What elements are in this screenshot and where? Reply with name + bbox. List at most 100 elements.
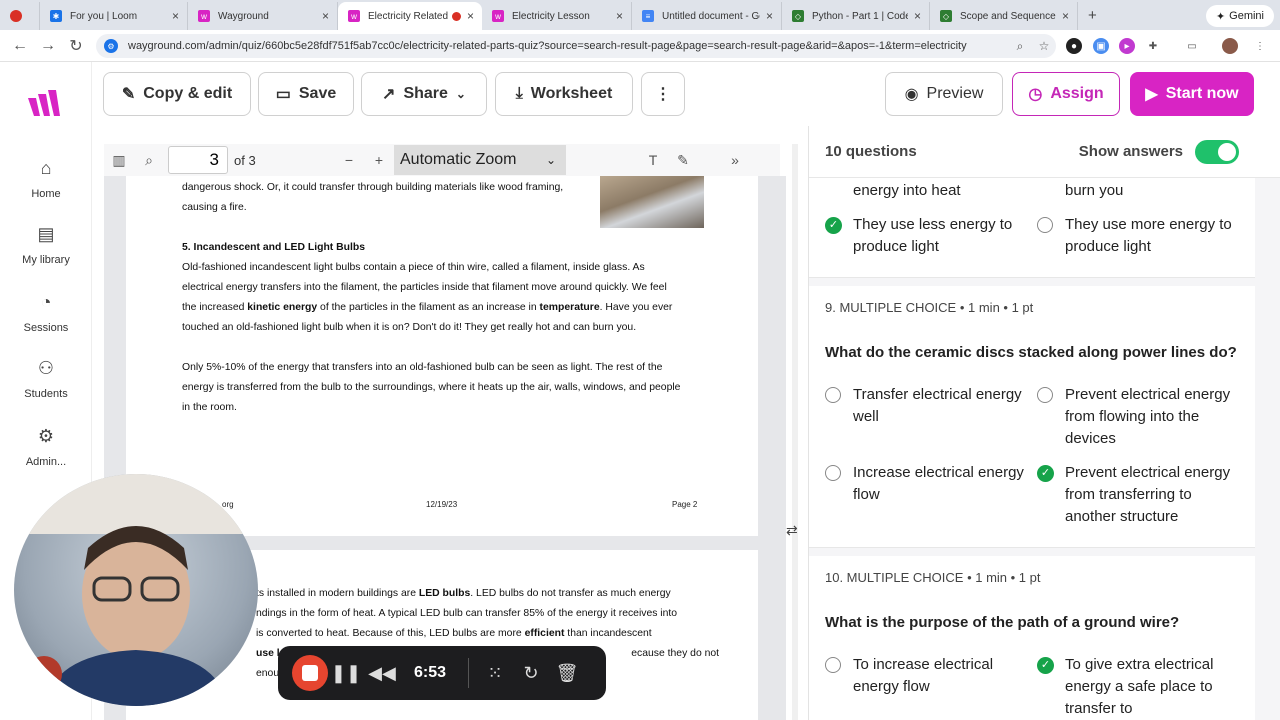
rewind-icon[interactable]: ◀◀ <box>364 663 400 684</box>
webcam-bubble[interactable] <box>14 474 258 706</box>
radio-icon <box>1037 387 1053 403</box>
swap-panels-icon[interactable]: ⇄ <box>786 522 798 539</box>
cast-icon[interactable]: ▭ <box>1184 38 1200 54</box>
show-answers-label: Show answers <box>1078 143 1183 160</box>
pdf-paragraph: Old-fashioned incandescent light bulbs c… <box>182 262 673 333</box>
question-text: What is the purpose of the path of a gro… <box>825 614 1180 631</box>
zoom-in-icon[interactable]: + <box>364 152 394 168</box>
new-tab-button[interactable]: + <box>1078 2 1107 30</box>
start-now-button[interactable]: ▶ Start now <box>1130 72 1254 116</box>
copy-edit-button[interactable]: ✎ Copy & edit <box>103 72 251 116</box>
page-number-input[interactable] <box>168 146 228 174</box>
sidebar-item-home[interactable]: ⌂ Home <box>0 158 92 200</box>
codehs-icon: ◇ <box>792 10 804 22</box>
questions-header: 10 questions Show answers <box>809 126 1280 178</box>
preview-button[interactable]: ◉ Preview <box>885 72 1003 116</box>
share-button[interactable]: ↗ Share ⌄ <box>361 72 487 116</box>
wayground-icon: w <box>492 10 504 22</box>
tab-wayground[interactable]: w Wayground × <box>188 2 338 30</box>
forward-icon[interactable]: → <box>34 37 62 55</box>
radio-icon <box>825 657 841 673</box>
zoom-out-icon[interactable]: − <box>334 152 364 168</box>
quiz-toolbar: ✎ Copy & edit ▭ Save ↗ Share ⌄ ⤓ Worksheet ⋮… <box>92 62 1280 126</box>
tab-electricity-lesson[interactable]: w Electricity Lesson × <box>482 2 632 30</box>
close-icon[interactable]: × <box>616 9 623 23</box>
check-icon: ✓ <box>825 217 842 234</box>
recording-controls: ❚❚ ◀◀ 6:53 ⁙ ↻ 🗑 <box>278 646 606 700</box>
question-card-8: energy into heat burn you ✓ They use less… <box>809 178 1255 278</box>
question-count: 10 questions <box>825 143 917 160</box>
wayground-logo[interactable] <box>28 88 64 116</box>
close-icon[interactable]: × <box>766 9 773 23</box>
back-icon[interactable]: ← <box>6 37 34 55</box>
stop-recording-button[interactable] <box>292 655 328 691</box>
tab-loom[interactable]: ✱ For you | Loom × <box>40 2 188 30</box>
pause-icon[interactable]: ❚❚ <box>328 663 364 684</box>
play-icon: ▶ <box>1145 86 1158 103</box>
save-button[interactable]: ▭ Save <box>258 72 354 116</box>
question-text: What do the ceramic discs stacked along … <box>825 344 1237 361</box>
pdf-scrollbar[interactable] <box>792 144 798 720</box>
tab-scope-sequence[interactable]: ◇ Scope and Sequence P × <box>930 2 1078 30</box>
answer-option: Increase electrical energy flow <box>825 462 1025 506</box>
close-icon[interactable]: × <box>322 9 329 23</box>
recording-timer: 6:53 <box>413 664 447 681</box>
more-options-button[interactable]: ⋮ <box>641 72 685 116</box>
extension-icon[interactable]: ▸ <box>1119 38 1135 54</box>
chevron-down-icon: ⌄ <box>455 87 466 101</box>
pdf-toolbar: ▥ ⌕ of 3 − + Automatic Zoom ⌄ T ✎ » <box>104 144 780 176</box>
radio-icon <box>825 387 841 403</box>
grid-icon[interactable]: ⁙ <box>477 663 513 684</box>
tab-google-doc[interactable]: ≡ Untitled document - Go × <box>632 2 782 30</box>
codehs-icon: ◇ <box>940 10 952 22</box>
bookmark-star-icon[interactable]: ☆ <box>1032 39 1056 53</box>
tab-electricity-related[interactable]: w Electricity Related P × <box>338 2 482 30</box>
sidebar-item-admin[interactable]: ⚙ Admin... <box>0 426 92 468</box>
menu-icon[interactable]: ⋮ <box>1252 38 1268 54</box>
trash-icon[interactable]: 🗑 <box>549 663 585 684</box>
close-icon[interactable]: × <box>1062 9 1069 23</box>
page-total-label: of 3 <box>234 152 256 168</box>
students-icon: ⚇ <box>37 358 55 378</box>
question-meta: 10. MULTIPLE CHOICE • 1 min • 1 pt <box>825 570 1041 585</box>
double-chevron-right-icon[interactable]: » <box>720 152 750 168</box>
share-icon: ↗ <box>382 86 396 103</box>
gemini-icon: ✦ <box>1215 10 1226 23</box>
pdf-paragraph: dangerous shock. Or, it could transfer t… <box>182 182 564 213</box>
avatar[interactable] <box>1222 38 1238 54</box>
zoom-icon[interactable]: ⌕ <box>1008 39 1032 54</box>
puzzle-icon[interactable]: ✚ <box>1145 38 1161 54</box>
close-icon[interactable]: × <box>172 9 179 23</box>
sidebar-item-library[interactable]: ▤ My library <box>0 224 92 266</box>
stop-icon <box>302 665 318 681</box>
worksheet-button[interactable]: ⤓ Worksheet <box>495 72 633 116</box>
sidebar-toggle-icon[interactable]: ▥ <box>104 152 134 169</box>
reload-icon[interactable]: ↻ <box>62 36 90 56</box>
sidebar-item-students[interactable]: ⚇ Students <box>0 358 92 400</box>
gemini-button[interactable]: ✦ Gemini <box>1205 5 1274 27</box>
extension-icon[interactable]: ▣ <box>1093 38 1109 54</box>
home-icon: ⌂ <box>40 158 52 178</box>
close-icon[interactable]: × <box>467 9 474 23</box>
draw-tool-icon[interactable]: ✎ <box>668 152 698 169</box>
site-info-icon: ⚙ <box>104 39 118 53</box>
extension-icon[interactable]: ● <box>1066 38 1082 54</box>
zoom-select[interactable]: Automatic Zoom ⌄ <box>394 145 566 175</box>
show-answers-toggle[interactable] <box>1195 140 1239 164</box>
pdf-paragraph: Only 5%-10% of the energy that transfers… <box>182 362 681 413</box>
tab-python[interactable]: ◇ Python - Part 1 | Codes × <box>782 2 930 30</box>
sidebar-item-sessions[interactable]: ◔ Sessions <box>0 292 92 334</box>
wayground-icon: w <box>198 10 210 22</box>
pdf-section-heading: 5. Incandescent and LED Light Bulbs <box>182 242 366 253</box>
text-tool-icon[interactable]: T <box>638 152 668 168</box>
answer-option: They use more energy to produce light <box>1037 214 1237 258</box>
record-icon <box>451 11 461 21</box>
tab-recording[interactable] <box>0 2 40 30</box>
search-icon[interactable]: ⌕ <box>134 152 164 169</box>
restart-icon[interactable]: ↻ <box>513 663 549 684</box>
url-field[interactable]: ⚙ wayground.com/admin/quiz/660bc5e28fdf7… <box>96 34 1056 58</box>
assign-button[interactable]: ◷ Assign <box>1012 72 1120 116</box>
docs-icon: ≡ <box>642 10 654 22</box>
close-icon[interactable]: × <box>914 9 921 23</box>
wayground-icon: w <box>348 10 360 22</box>
